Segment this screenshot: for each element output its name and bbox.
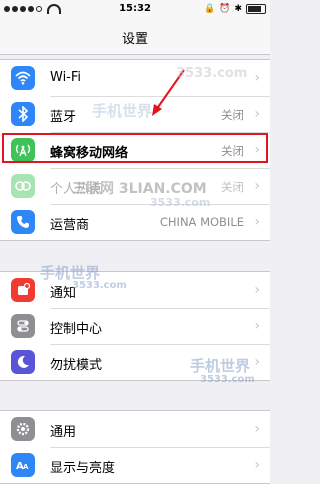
chevron-right-icon: › [254,214,260,230]
row-label: 控制中心 [50,322,103,337]
lock-rotation-icon: 🔒 [204,4,216,14]
status-bar: 15:32 🔒 ⏰ ✱ [0,0,270,18]
row-label: 通知 [50,286,77,301]
hotspot-icon [11,174,35,198]
gear-icon [11,417,35,441]
do-not-disturb-moon-icon [11,350,35,374]
row-label: Wi-Fi [50,70,82,85]
row-label: 个人热点 [50,182,103,197]
page-title: 设置 [121,32,148,47]
chevron-right-icon: › [254,106,260,122]
battery-icon [246,4,266,14]
row-label: 运营商 [50,218,90,233]
row-label: 显示与亮度 [50,461,116,476]
bluetooth-status-icon: ✱ [234,4,242,14]
display-brightness-icon: AA [11,453,35,477]
settings-row-display-brightness[interactable]: AA 显示与亮度 › [0,447,270,483]
row-value: 关闭 [221,108,244,122]
settings-row-wifi[interactable]: Wi-Fi › [0,60,270,96]
chevron-right-icon: › [254,421,260,437]
row-label: 勿扰模式 [50,358,103,373]
chevron-right-icon: › [254,178,260,194]
alarm-icon: ⏰ [219,4,231,14]
navigation-bar: 设置 [0,18,270,55]
row-label: 通用 [50,425,77,440]
notifications-group: 通知 › 控制中心 › 勿扰模式 › [0,271,270,381]
bluetooth-icon [11,102,35,126]
svg-text:A: A [23,463,29,471]
row-label: 蓝牙 [50,110,77,125]
settings-row-carrier[interactable]: 运营商 CHINA MOBILE › [0,204,270,240]
carrier-phone-icon [11,210,35,234]
settings-row-general[interactable]: 通用 › [0,411,270,447]
highlight-box [2,133,268,163]
notifications-icon [11,278,35,302]
settings-row-personal-hotspot[interactable]: 个人热点 关闭 › [0,168,270,204]
control-center-icon [11,314,35,338]
chevron-right-icon: › [254,457,260,473]
chevron-right-icon: › [254,282,260,298]
chevron-right-icon: › [254,318,260,334]
chevron-right-icon: › [254,70,260,86]
annotation-arrow-icon [152,69,185,116]
settings-row-bluetooth[interactable]: 蓝牙 关闭 › [0,96,270,132]
settings-row-do-not-disturb[interactable]: 勿扰模式 › [0,344,270,380]
settings-row-notifications[interactable]: 通知 › [0,272,270,308]
wifi-icon [11,66,35,90]
row-value: 关闭 [221,180,244,194]
row-value: CHINA MOBILE [159,215,244,229]
chevron-right-icon: › [254,354,260,370]
settings-row-control-center[interactable]: 控制中心 › [0,308,270,344]
general-group: 通用 › AA 显示与亮度 › [0,410,270,484]
